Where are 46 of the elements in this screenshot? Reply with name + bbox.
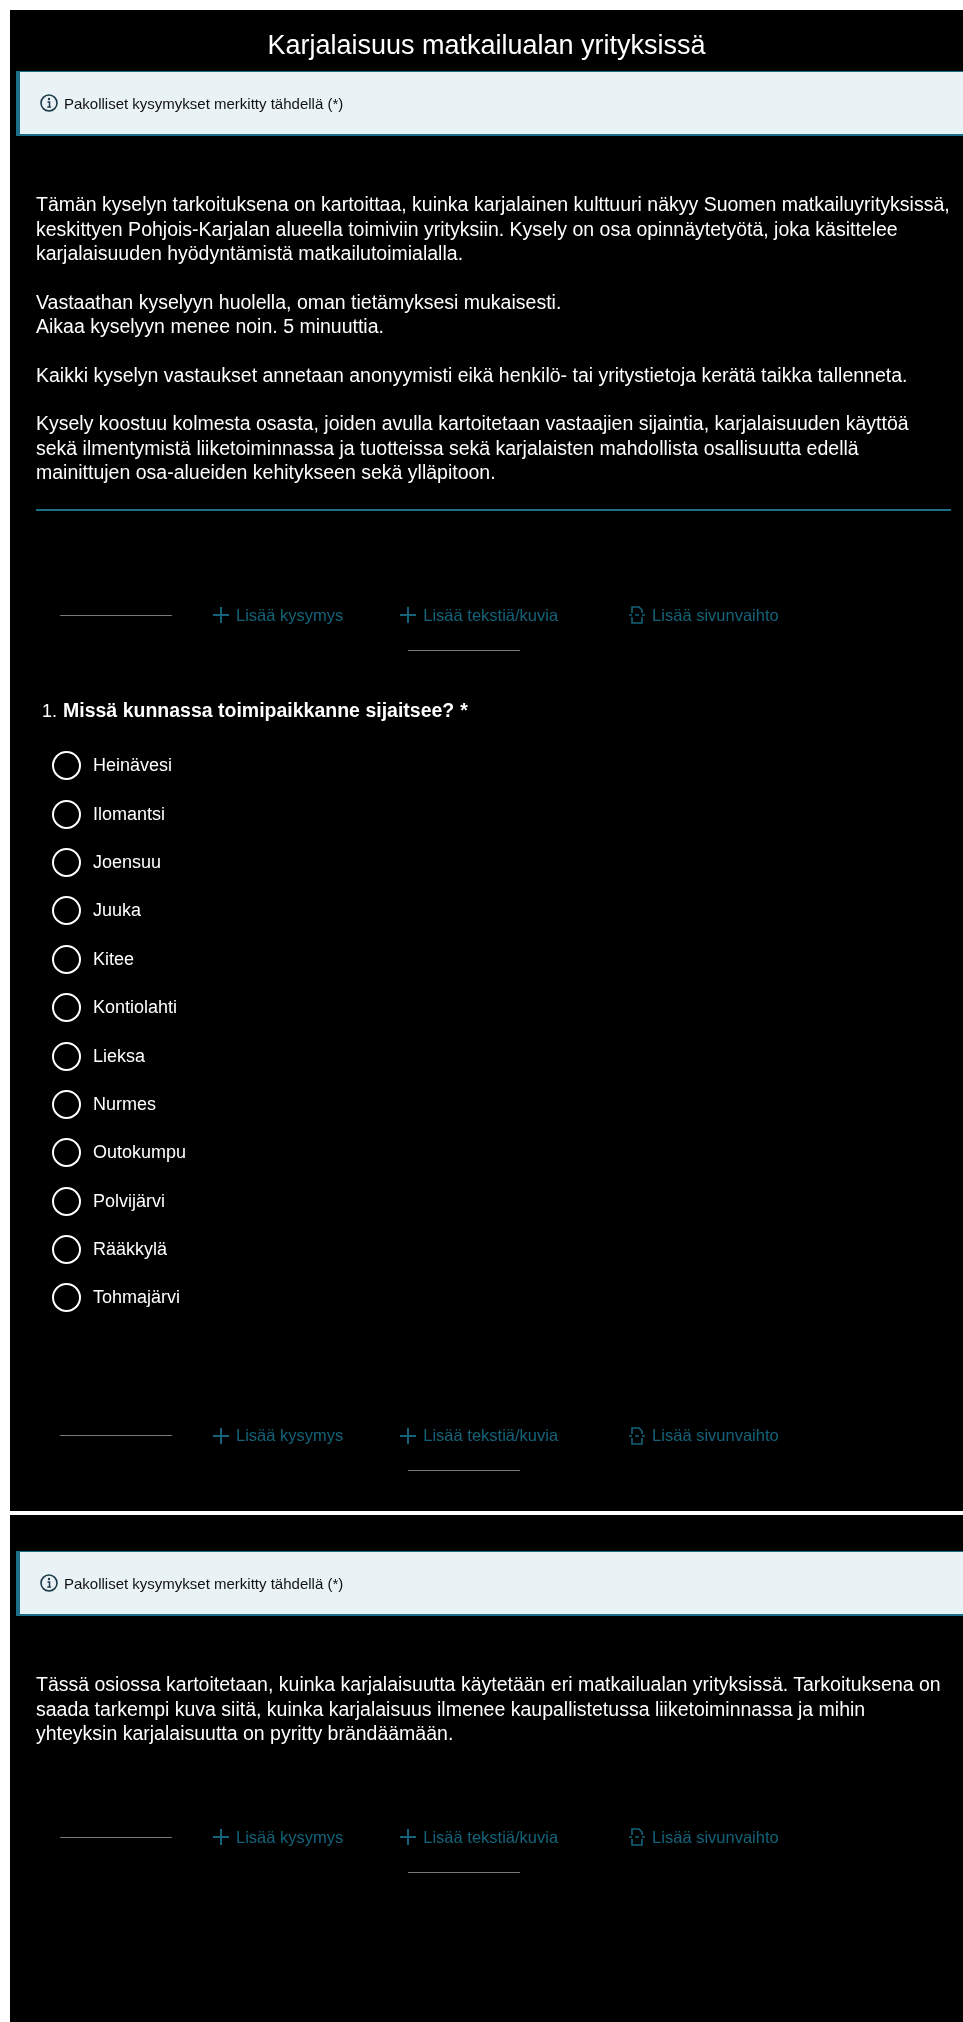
notice-text: Pakolliset kysymykset merkitty tähdellä (*) (64, 1574, 344, 1592)
plus-icon (399, 1828, 418, 1847)
option-label[interactable]: Tohmajärvi (93, 1287, 181, 1309)
intro-paragraph: Kysely koostuu kolmesta osasta, joiden avulla kartoitetaan vastaajien sijaintia, karjalaisuuden käyttöä sekä ilmentymistä liiketoiminnassa ja tuotteissa sekä karjalaisten mahdollista osallisuutta edellä mainittujen osa-alueiden kehitykseen sekä ylläpitoon. (36, 411, 910, 485)
plus-icon (212, 606, 230, 624)
radio-button[interactable] (52, 944, 81, 974)
info-icon (40, 94, 58, 112)
notice-text: Pakolliset kysymykset merkitty tähdellä (*) (64, 94, 344, 112)
radio-button[interactable] (52, 896, 81, 926)
question-number: 1. (42, 700, 57, 722)
option-label[interactable]: Kitee (93, 948, 135, 970)
radio-button[interactable] (52, 1235, 81, 1265)
radio-button[interactable] (52, 993, 81, 1023)
option-label[interactable]: Juuka (93, 900, 142, 922)
option-label[interactable]: Outokumpu (93, 1142, 187, 1164)
radio-button[interactable] (52, 1186, 81, 1216)
intro-paragraph: Kaikki kyselyn vastaukset annetaan anonyymisti eikä henkilö- tai yritystietoja kerätä taikka tallenneta. (36, 362, 909, 387)
plus-icon (399, 606, 418, 624)
intro-paragraph: Vastaathan kyselyyn huolella, oman tietämyksesi mukaisesti. Aikaa kyselyyn menee noin. 5 minuuttia. (36, 289, 563, 339)
option-label[interactable]: Rääkkylä (93, 1239, 168, 1261)
option-label[interactable]: Nurmes (93, 1093, 156, 1115)
plus-icon (212, 1426, 230, 1445)
intro-paragraph: Tämän kyselyn tarkoituksena on kartoittaa, kuinka karjalainen kulttuuri näkyy Suomen matkailuyrityksissä, keskittyen Pohjois-Karjalan alueella toimiviin yrityksiin. Kysely on osa opinnäytetyötä, joka käsittelee karjalaisuuden hyödyntämistä matkailutoimialalla. (36, 192, 951, 266)
option-label[interactable]: Kontiolahti (93, 997, 178, 1019)
option-label[interactable]: Joensuu (93, 851, 162, 873)
radio-button[interactable] (52, 799, 81, 829)
option-label[interactable]: Heinävesi (93, 755, 173, 777)
page-break-icon (628, 606, 647, 624)
option-label[interactable]: Lieksa (93, 1045, 146, 1067)
survey-title: Karjalaisuus matkailualan yrityksissä (266, 29, 707, 62)
plus-icon (399, 1426, 418, 1445)
radio-button[interactable] (52, 1138, 81, 1168)
option-label[interactable]: Ilomantsi (93, 803, 166, 825)
page-break-icon (628, 1828, 647, 1847)
info-icon (40, 1574, 58, 1593)
option-label[interactable]: Polvijärvi (93, 1190, 166, 1212)
radio-button[interactable] (52, 1089, 81, 1119)
plus-icon (212, 1828, 230, 1847)
radio-button[interactable] (52, 1283, 81, 1313)
page-break-icon (628, 1426, 647, 1445)
radio-button[interactable] (52, 1041, 81, 1071)
intro-paragraph: Tässä osiossa kartoitetaan, kuinka karjalaisuutta käytetään eri matkailualan yrityksissä. Tarkoituksena on saada tarkempi kuva siitä, kuinka karjalaisuus ilmenee kaupallistetussa liiketoiminnassa ja mihin yhteyksin karjalaisuutta on pyritty brändäämään. (36, 1672, 942, 1746)
radio-button[interactable] (52, 847, 81, 877)
required-mark: * (460, 698, 468, 722)
radio-button[interactable] (52, 751, 81, 781)
question-text: Missä kunnassa toimipaikkanne sijaitsee? (63, 698, 455, 722)
